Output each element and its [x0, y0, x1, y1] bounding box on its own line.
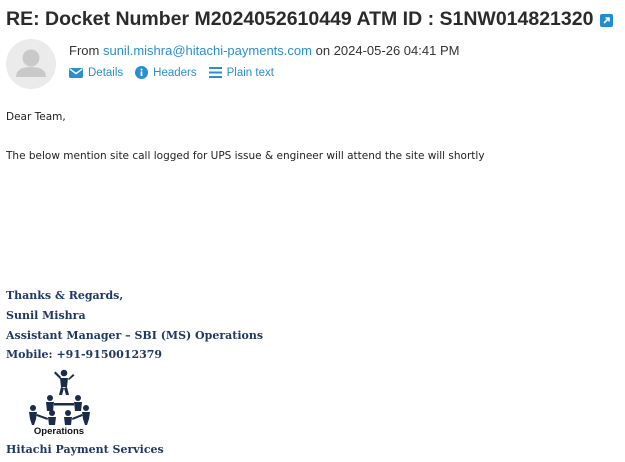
team-pyramid-icon	[29, 369, 90, 425]
from-line: From sunil.mishra@hitachi-payments.com o…	[69, 43, 459, 58]
signature-name: Sunil Mishra	[6, 309, 86, 322]
avatar-placeholder-icon	[16, 49, 46, 77]
signature-title: Assistant Manager – SBI (MS) Operations	[6, 329, 264, 342]
external-link-icon[interactable]	[600, 14, 614, 27]
plain-text-link-label: Plain text	[226, 66, 274, 79]
envelope-icon	[69, 67, 83, 78]
email-datetime: 2024-05-26 04:41 PM	[333, 43, 460, 58]
details-link[interactable]: Details	[69, 66, 123, 79]
operations-logo: Operations	[22, 368, 96, 438]
headers-link-label: Headers	[153, 66, 197, 79]
email-subject: RE: Docket Number M2024052610449 ATM ID …	[6, 8, 614, 31]
details-link-label: Details	[88, 66, 124, 79]
list-icon	[208, 67, 222, 78]
plain-text-link[interactable]: Plain text	[208, 66, 274, 79]
headers-link[interactable]: Headers	[135, 66, 197, 79]
avatar	[6, 39, 56, 89]
signature-company: Hitachi Payment Services	[6, 443, 164, 456]
info-icon	[135, 66, 149, 79]
signature-mobile: Mobile: +91-9150012379	[6, 348, 163, 361]
message-text: The below mention site call logged for U…	[6, 150, 485, 162]
signature-closing: Thanks & Regards,	[6, 289, 124, 302]
subject-text: RE: Docket Number M2024052610449 ATM ID …	[6, 8, 594, 30]
from-label: From	[69, 43, 100, 58]
on-label: on	[315, 43, 331, 58]
header-links: Details Headers Plain text	[69, 66, 274, 79]
sender-address-link[interactable]: sunil.mishra@hitachi-payments.com	[103, 43, 312, 58]
logo-text: Operations	[33, 426, 85, 437]
greeting-text: Dear Team,	[6, 111, 66, 123]
